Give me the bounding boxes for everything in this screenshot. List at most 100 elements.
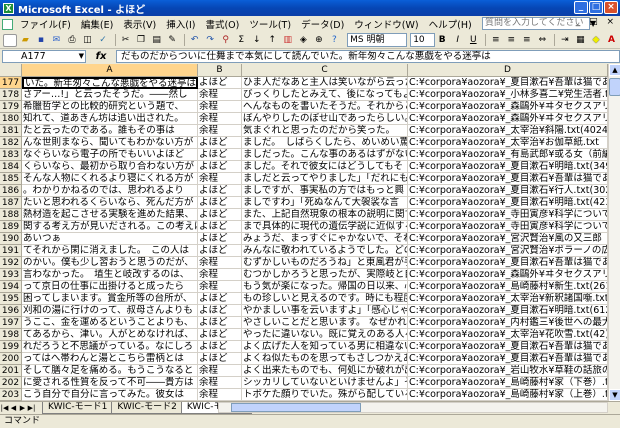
cell-d[interactable]: C:¥corpora¥aozora¥_太宰治¥お伽草紙.txt bbox=[408, 137, 608, 149]
cell-d[interactable]: C:¥corpora¥aozora¥_夏目漱石¥吾輩は猫である bbox=[408, 257, 608, 269]
cell-c[interactable]: ましですわ」「死ぬなんて大袈裟な言 bbox=[242, 197, 408, 209]
bold-button[interactable]: B bbox=[435, 34, 449, 47]
menu-format[interactable]: 書式(O) bbox=[200, 17, 244, 31]
cell-d[interactable]: C:¥corpora¥aozora¥_寺田寅彦¥科学について bbox=[408, 221, 608, 233]
cell-d[interactable]: C:¥corpora¥aozora¥_夏目漱石¥吾輩は猫である bbox=[408, 173, 608, 185]
cell-a[interactable]: いた。新年匆々こんな悪戯をやる迷亭は bbox=[22, 77, 198, 89]
cell-a[interactable]: 希臘哲学との比較的研究という題で、 bbox=[22, 101, 198, 113]
cell-a[interactable]: 関する考え方が見いだされる。この考えは bbox=[22, 221, 198, 233]
row-header[interactable]: 189 bbox=[0, 221, 22, 233]
cell-d[interactable]: C:¥corpora¥aozora¥_夏目漱石¥吾輩は猫である bbox=[408, 353, 608, 365]
row-header[interactable]: 187 bbox=[0, 197, 22, 209]
font-color-icon[interactable]: A bbox=[605, 34, 619, 47]
cell-d[interactable]: C:¥corpora¥aozora¥_森鷗外¥ヰタセクスアリス bbox=[408, 269, 608, 281]
italic-button[interactable]: I bbox=[451, 34, 465, 47]
cell-a[interactable]: うここ、金を運めるということよりも、 bbox=[22, 317, 198, 329]
cell-b[interactable]: よほど bbox=[198, 317, 242, 329]
cell-a[interactable]: さアー…!」と云ったそうだ。――然し bbox=[22, 89, 198, 101]
cell-c[interactable]: ましだった。こんな事のあるはずがない bbox=[242, 149, 408, 161]
row-header[interactable]: 183 bbox=[0, 149, 22, 161]
next-sheet-icon[interactable]: ▶ bbox=[18, 404, 27, 412]
cell-c[interactable]: トボケた顔りでいた。殊がら配しているい bbox=[242, 389, 408, 401]
sort-desc-icon[interactable]: ↑ bbox=[266, 34, 280, 47]
chart-icon[interactable]: ▥ bbox=[281, 34, 295, 47]
cell-b[interactable]: よほど bbox=[198, 233, 242, 245]
cut-icon[interactable]: ✂ bbox=[119, 34, 133, 47]
cell-d[interactable]: C:¥corpora¥aozora¥_夏目漱石¥吾輩は猫である bbox=[408, 341, 608, 353]
menu-data[interactable]: データ(D) bbox=[296, 17, 349, 31]
fill-color-icon[interactable]: ◆ bbox=[589, 34, 603, 47]
cell-b[interactable]: 余程 bbox=[198, 101, 242, 113]
open-icon[interactable]: ▰ bbox=[19, 34, 33, 47]
menu-window[interactable]: ウィンドウ(W) bbox=[349, 17, 423, 31]
cell-b[interactable]: よほど bbox=[198, 137, 242, 149]
cell-c[interactable]: みんなに敬われているようでした。どのみ bbox=[242, 245, 408, 257]
cell-d[interactable]: C:¥corpora¥aozora¥_森鷗外¥ヰタセクスアリス bbox=[408, 101, 608, 113]
row-header[interactable]: 197 bbox=[0, 317, 22, 329]
column-header-d[interactable]: D bbox=[408, 64, 608, 77]
cell-a[interactable]: のかい。僕も少し習おうと思うのだが、 bbox=[22, 257, 198, 269]
hscroll-thumb[interactable] bbox=[231, 403, 361, 412]
cell-b[interactable]: よほど bbox=[198, 185, 242, 197]
row-header[interactable]: 201 bbox=[0, 365, 22, 377]
align-left-icon[interactable]: ≡ bbox=[489, 34, 503, 47]
cell-a[interactable]: 。わかりかねるのでは、思われるより bbox=[22, 185, 198, 197]
merge-center-icon[interactable]: ⇔ bbox=[536, 34, 550, 47]
cell-b[interactable]: 余程 bbox=[198, 89, 242, 101]
indent-icon[interactable]: ⇥ bbox=[558, 34, 572, 47]
cell-c[interactable]: シッカリしていないといけませんよ」そ bbox=[242, 377, 408, 389]
workbook-icon[interactable] bbox=[2, 18, 13, 30]
borders-icon[interactable]: ▦ bbox=[574, 34, 588, 47]
workbook-controls[interactable]: _ □ × bbox=[576, 17, 617, 27]
menu-edit[interactable]: 編集(E) bbox=[76, 17, 118, 31]
row-header[interactable]: 182 bbox=[0, 137, 22, 149]
cell-b[interactable]: よほど bbox=[198, 341, 242, 353]
cell-c[interactable]: よく出来たものでも、何処にか破れが出来 bbox=[242, 365, 408, 377]
row-header[interactable]: 200 bbox=[0, 353, 22, 365]
cell-c[interactable]: まで具体的に現代の遺伝学説に近似するもの bbox=[242, 221, 408, 233]
sheet-tab-2[interactable]: KWIC-モード2 bbox=[111, 402, 183, 414]
menu-tools[interactable]: ツール(T) bbox=[244, 17, 296, 31]
help-icon[interactable]: ? bbox=[328, 34, 342, 47]
cell-a[interactable]: てそれから閑に消えました。 この人は bbox=[22, 245, 198, 257]
cell-b[interactable]: よほど bbox=[198, 197, 242, 209]
cell-b[interactable]: 余程 bbox=[198, 377, 242, 389]
cell-a[interactable]: たいと思われるくらいなら、死んだ方が bbox=[22, 197, 198, 209]
cell-d[interactable]: C:¥corpora¥aozora¥_宮沢賢治¥風の又三郎 bbox=[408, 233, 608, 245]
row-header[interactable]: 199 bbox=[0, 341, 22, 353]
cell-d[interactable]: C:¥corpora¥aozora¥_宮沢賢治¥ポラーノの広場 bbox=[408, 245, 608, 257]
cell-d[interactable]: C:¥corpora¥aozora¥_夏目漱石¥行人.txt(3022) bbox=[408, 185, 608, 197]
cell-a[interactable]: 言わなかった。 埴生と岐改するのは、 bbox=[22, 269, 198, 281]
cell-d[interactable]: C:¥corpora¥aozora¥_夏目漱石¥明暗.txt(3497) bbox=[408, 161, 608, 173]
cell-c[interactable]: よくね似たものを思ってもさしつかえある bbox=[242, 353, 408, 365]
print-icon[interactable]: ⎙ bbox=[65, 34, 79, 47]
undo-icon[interactable]: ↶ bbox=[188, 34, 202, 47]
cell-d[interactable]: C:¥corpora¥aozora¥_島崎藤村¥家（下巻）.txt bbox=[408, 377, 608, 389]
cell-a[interactable]: 刈和の湯に行けのって、叔母さんよりも bbox=[22, 305, 198, 317]
cell-d[interactable]: C:¥corpora¥aozora¥_夏目漱石¥吾輩は猫である bbox=[408, 77, 608, 89]
row-header[interactable]: 181 bbox=[0, 125, 22, 137]
cell-c[interactable]: ましだ。 しばらくしたら、めいめい罵が bbox=[242, 137, 408, 149]
menu-view[interactable]: 表示(V) bbox=[118, 17, 161, 31]
cell-b[interactable]: 余程 bbox=[198, 365, 242, 377]
row-header[interactable]: 198 bbox=[0, 329, 22, 341]
row-header[interactable]: 194 bbox=[0, 281, 22, 293]
cell-c[interactable]: やかましい事を云いますよ」「感心じゃね bbox=[242, 305, 408, 317]
sort-asc-icon[interactable]: ↓ bbox=[250, 34, 264, 47]
row-header[interactable]: 177 bbox=[0, 77, 22, 89]
cell-b[interactable]: よほど bbox=[198, 149, 242, 161]
cell-d[interactable]: C:¥corpora¥aozora¥_島崎藤村¥家（上巻）.txt bbox=[408, 389, 608, 401]
cell-c[interactable]: ましだ。それで彼女にはどうしてもそ bbox=[242, 161, 408, 173]
name-box[interactable]: A177 ▼ bbox=[2, 50, 86, 63]
row-header[interactable]: 195 bbox=[0, 293, 22, 305]
minimize-button[interactable]: _ bbox=[574, 1, 588, 14]
cell-b[interactable]: 余程 bbox=[198, 281, 242, 293]
cell-d[interactable]: C:¥corpora¥aozora¥_夏目漱石¥明暗.txt(6125) bbox=[408, 305, 608, 317]
cell-d[interactable]: C:¥corpora¥aozora¥_太宰治¥花吹雪.txt(42) bbox=[408, 329, 608, 341]
cell-c[interactable]: やったに違いない。既に覚えのある人々で bbox=[242, 329, 408, 341]
cell-d[interactable]: C:¥corpora¥aozora¥_太宰治¥斜陽.txt(4024) bbox=[408, 125, 608, 137]
row-header[interactable]: 196 bbox=[0, 305, 22, 317]
cell-b[interactable]: よほど bbox=[198, 245, 242, 257]
font-name-select[interactable]: MS 明朝 bbox=[347, 33, 408, 47]
row-header[interactable]: 188 bbox=[0, 209, 22, 221]
